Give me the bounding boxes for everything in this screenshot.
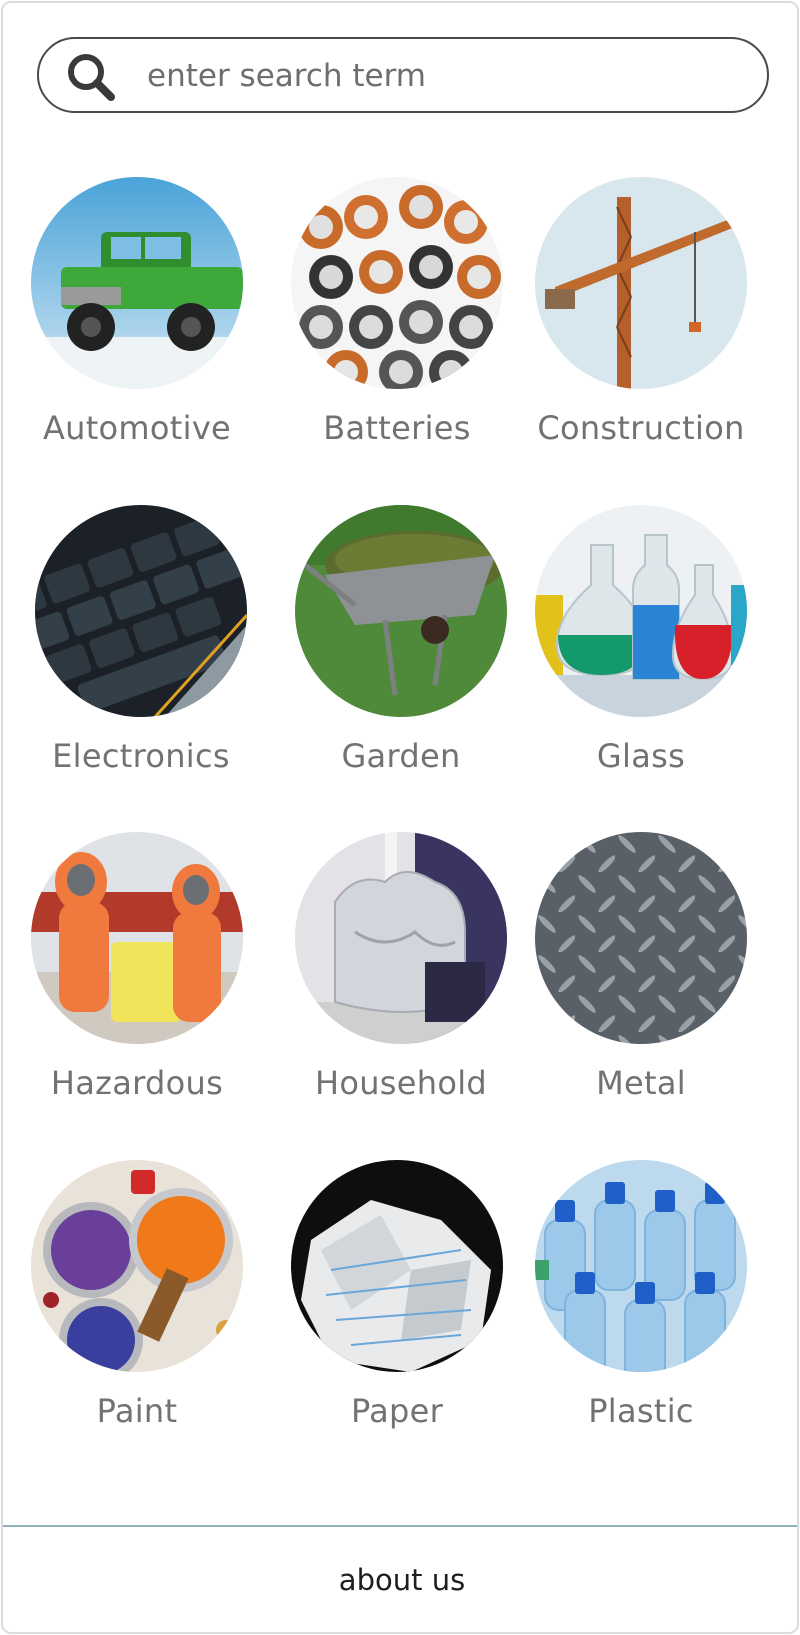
category-paper[interactable]: Paper (267, 1160, 527, 1460)
category-label: Electronics (52, 737, 230, 775)
category-label: Metal (596, 1064, 686, 1102)
category-batteries[interactable]: Batteries (267, 177, 527, 477)
about-us-link[interactable]: about us (3, 1563, 797, 1597)
truck-image (31, 177, 243, 389)
category-hazardous[interactable]: Hazardous (7, 832, 267, 1132)
category-label: Paint (96, 1392, 178, 1430)
app-frame: Automotive (1, 1, 799, 1634)
category-label: Hazardous (50, 1064, 224, 1102)
category-construction[interactable]: Construction (511, 177, 771, 477)
category-label: Household (314, 1064, 488, 1102)
search-bar[interactable] (37, 37, 769, 113)
category-label: Plastic (588, 1392, 694, 1430)
category-automotive[interactable]: Automotive (7, 177, 267, 477)
category-label: Automotive (42, 409, 232, 447)
paint-cans-image (31, 1160, 243, 1372)
category-label: Glass (596, 737, 686, 775)
crumpled-paper-image (291, 1160, 503, 1372)
category-label: Batteries (323, 409, 471, 447)
wheelbarrow-image (295, 505, 507, 717)
category-paint[interactable]: Paint (7, 1160, 267, 1460)
search-input[interactable] (147, 53, 727, 99)
hazmat-suits-image (31, 832, 243, 1044)
crane-image (535, 177, 747, 389)
search-icon (63, 49, 119, 105)
keyboard-image (35, 505, 247, 717)
category-label: Paper (350, 1392, 444, 1430)
category-household[interactable]: Household (271, 832, 531, 1132)
category-label: Construction (537, 409, 745, 447)
category-electronics[interactable]: Electronics (11, 505, 271, 805)
category-glass[interactable]: Glass (511, 505, 771, 805)
category-label: Garden (341, 737, 461, 775)
plastic-bottles-image (535, 1160, 747, 1372)
glass-bottles-image (535, 505, 747, 717)
metal-plate-image (535, 832, 747, 1044)
category-metal[interactable]: Metal (511, 832, 771, 1132)
category-plastic[interactable]: Plastic (511, 1160, 771, 1460)
footer-divider (3, 1525, 797, 1527)
trash-bag-image (295, 832, 507, 1044)
category-garden[interactable]: Garden (271, 505, 531, 805)
batteries-image (291, 177, 503, 389)
